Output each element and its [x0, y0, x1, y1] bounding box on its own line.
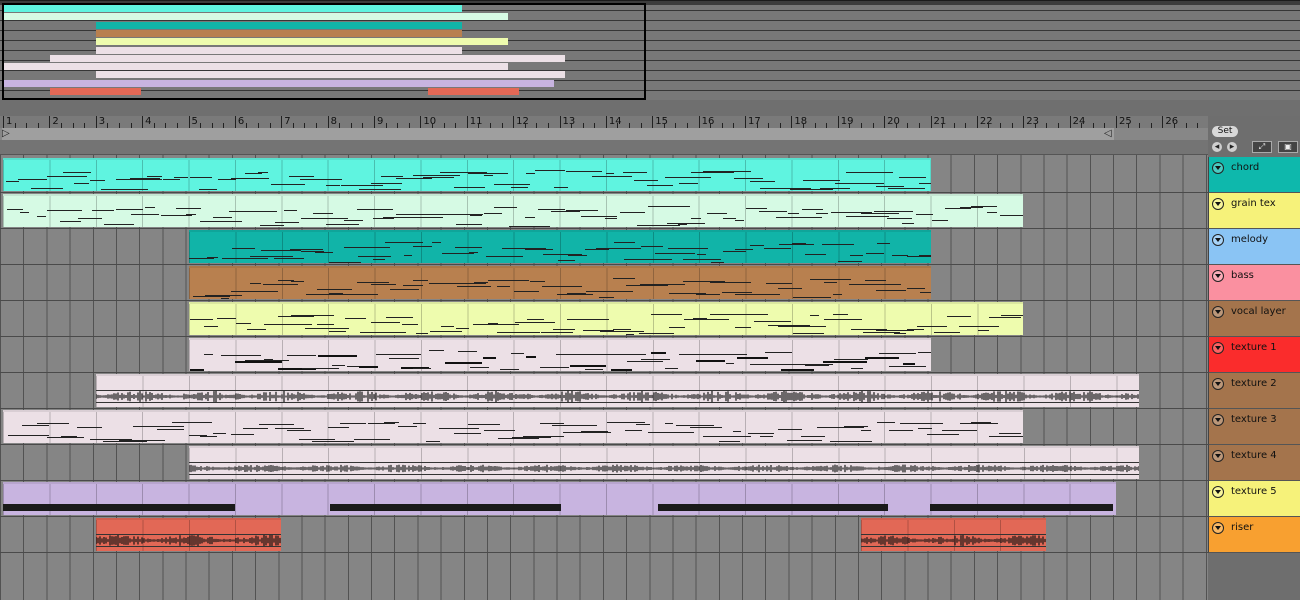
track-fold-icon[interactable] — [1212, 414, 1224, 426]
track-fold-icon[interactable] — [1212, 234, 1224, 246]
track-header[interactable]: melody — [1208, 229, 1300, 265]
track-header[interactable]: texture 4 — [1208, 445, 1300, 481]
track-header[interactable]: grain tex — [1208, 193, 1300, 229]
track-header[interactable]: texture 1 — [1208, 337, 1300, 373]
track-name[interactable]: chord — [1231, 162, 1259, 174]
track-header[interactable]: chord — [1208, 157, 1300, 193]
track-name[interactable]: texture 1 — [1231, 342, 1277, 354]
track-name[interactable]: texture 4 — [1231, 450, 1277, 462]
track-header[interactable]: texture 3 — [1208, 409, 1300, 445]
track-fold-icon[interactable] — [1212, 378, 1224, 390]
track-fold-icon[interactable] — [1212, 198, 1224, 210]
track-fold-icon[interactable] — [1212, 162, 1224, 174]
track-fold-icon[interactable] — [1212, 486, 1224, 498]
track-name[interactable]: vocal layer — [1231, 306, 1286, 318]
track-header[interactable]: bass — [1208, 265, 1300, 301]
track-name[interactable]: riser — [1231, 522, 1253, 534]
track-fold-icon[interactable] — [1212, 270, 1224, 282]
track-header[interactable]: riser — [1208, 517, 1300, 553]
track-name[interactable]: texture 2 — [1231, 378, 1277, 390]
track-header[interactable]: texture 5 — [1208, 481, 1300, 517]
track-fold-icon[interactable] — [1212, 342, 1224, 354]
track-header[interactable]: texture 2 — [1208, 373, 1300, 409]
track-headers: chord grain tex melody bass vocal layer textu… — [0, 0, 1300, 600]
track-fold-icon[interactable] — [1212, 306, 1224, 318]
track-name[interactable]: melody — [1231, 234, 1268, 246]
track-name[interactable]: texture 5 — [1231, 486, 1277, 498]
track-fold-icon[interactable] — [1212, 522, 1224, 534]
track-name[interactable]: texture 3 — [1231, 414, 1277, 426]
track-name[interactable]: bass — [1231, 270, 1254, 282]
track-name[interactable]: grain tex — [1231, 198, 1276, 210]
track-header[interactable]: vocal layer — [1208, 301, 1300, 337]
track-fold-icon[interactable] — [1212, 450, 1224, 462]
